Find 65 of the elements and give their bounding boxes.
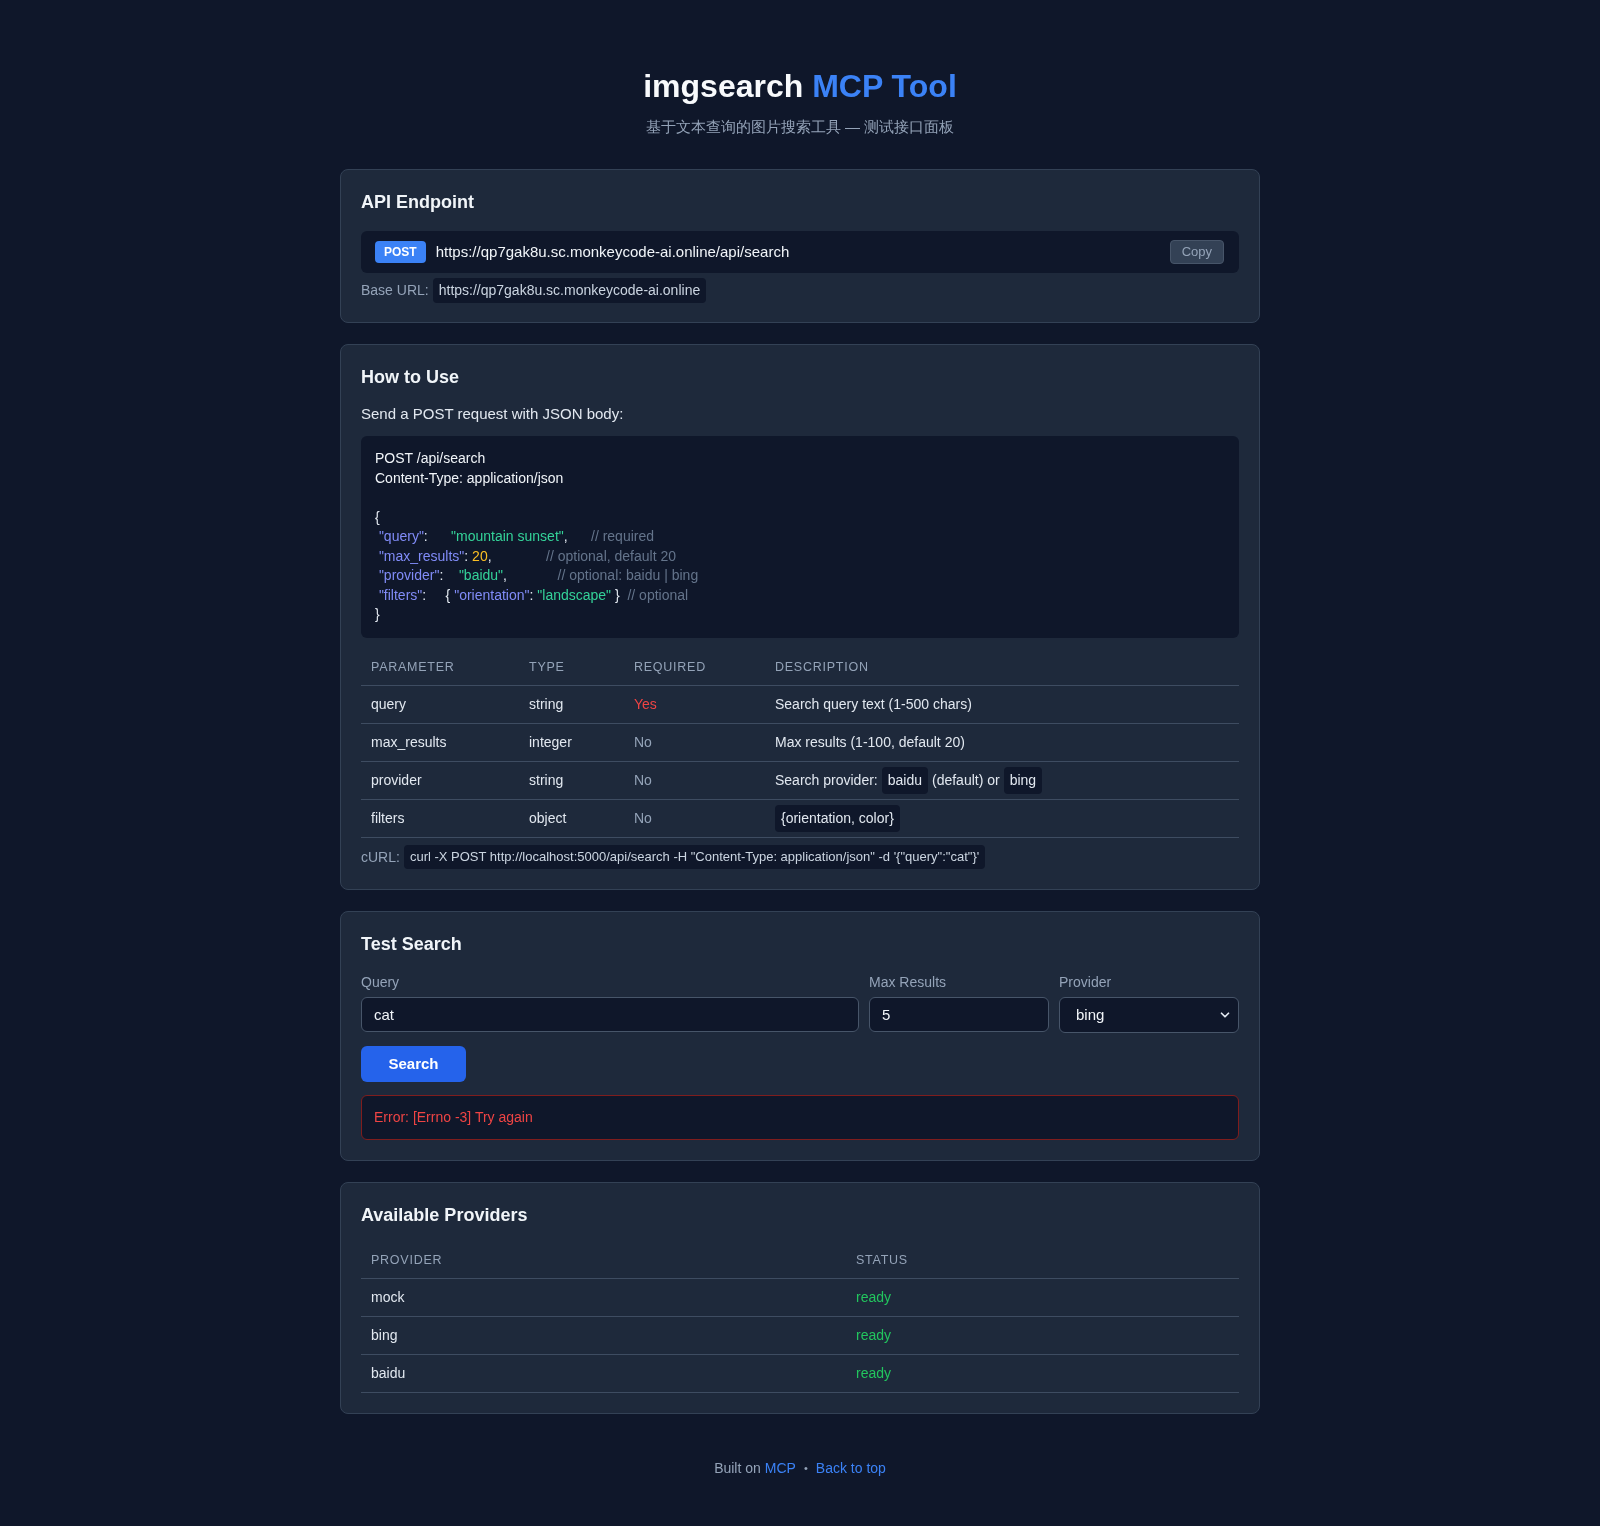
page-title: imgsearch MCP Tool: [643, 67, 957, 106]
input-field[interactable]: 5: [869, 997, 1049, 1032]
column-header: TYPE: [529, 660, 565, 675]
column-header: PROVIDER: [371, 1252, 443, 1267]
parameter-type: string: [529, 772, 564, 788]
parameter-type: string: [529, 696, 564, 712]
parameter-name: provider: [371, 772, 422, 788]
code-chip: {orientation, color}: [775, 805, 900, 832]
code-line: "provider": "baidu", // optional: baidu | bing: [377, 566, 699, 585]
endpoint-url: https://qp7gak8u.sc.monkeycode-ai.online/api/search: [435, 241, 791, 262]
code-chip: curl -X POST http://localhost:5000/api/search -H "Content-Type: application/json" -d '{"query":"cat"}': [403, 845, 986, 869]
parameter-type: object: [529, 810, 567, 826]
description-text: Max results (1-100, default 20): [775, 733, 965, 752]
provider-name: bing: [371, 1326, 398, 1343]
parameter-name: max_results: [371, 734, 447, 750]
parameter-type: integer: [529, 734, 572, 750]
section-heading: API Endpoint: [361, 191, 474, 214]
code-line: "filters": { "orientation": "landscape" } // optional: [377, 585, 689, 605]
provider-status: ready: [856, 1288, 892, 1305]
method-badge: POST: [375, 241, 426, 263]
intro-text: Send a POST request with JSON body:: [361, 404, 624, 424]
section-heading: How to Use: [361, 366, 459, 389]
input-field[interactable]: cat: [361, 997, 859, 1032]
code-line: "query": "mountain sunset", // required: [377, 527, 655, 546]
footer-link[interactable]: MCP: [764, 1457, 796, 1478]
base-url-label: Base URL:: [361, 281, 429, 300]
code-chip: https://qp7gak8u.sc.monkeycode-ai.online: [432, 278, 707, 303]
code-line: POST /api/search: [375, 449, 486, 468]
dropdown[interactable]: bing: [1059, 997, 1239, 1033]
column-header: DESCRIPTION: [775, 660, 869, 675]
footer-text: Built on: [714, 1458, 761, 1478]
page-subtitle: 基于文本查询的图片搜索工具 — 测试接口面板: [645, 117, 955, 137]
provider-name: baidu: [371, 1364, 406, 1381]
code-line: "max_results": 20, // optional, default 20: [377, 546, 677, 566]
section-heading: Test Search: [361, 933, 462, 956]
field-label: Max Results: [869, 973, 947, 992]
code-line: Content-Type: application/json: [375, 468, 564, 488]
description-text: (default) or: [932, 771, 1000, 790]
required-value: No: [634, 734, 652, 750]
provider-name: mock: [371, 1288, 405, 1305]
code-chip: baidu: [881, 767, 928, 794]
description-text: Search provider:: [775, 771, 878, 790]
required-value: Yes: [634, 696, 657, 712]
field-label: Provider: [1059, 973, 1112, 992]
parameter-name: query: [371, 696, 407, 712]
column-header: PARAMETER: [371, 660, 455, 675]
required-value: No: [634, 810, 652, 826]
column-header: STATUS: [856, 1252, 908, 1267]
code-line: {: [375, 507, 380, 527]
code-chip: bing: [1003, 767, 1043, 794]
section-heading: Available Providers: [361, 1204, 528, 1227]
search-button[interactable]: Search: [361, 1046, 466, 1082]
required-value: No: [634, 772, 652, 788]
curl-label: cURL:: [361, 847, 400, 867]
field-label: Query: [361, 973, 400, 992]
bullet-separator: •: [803, 1460, 808, 1476]
description-text: Search query text (1-500 chars): [775, 695, 972, 714]
column-header: REQUIRED: [634, 660, 706, 675]
copy-button[interactable]: Copy: [1169, 240, 1224, 264]
back-to-top-link[interactable]: Back to top: [815, 1457, 886, 1478]
provider-status: ready: [856, 1326, 892, 1343]
code-line: }: [375, 605, 380, 624]
error-message: Error: [Errno -3] Try again: [361, 1095, 1239, 1140]
provider-status: ready: [856, 1364, 892, 1381]
parameter-name: filters: [371, 810, 405, 826]
